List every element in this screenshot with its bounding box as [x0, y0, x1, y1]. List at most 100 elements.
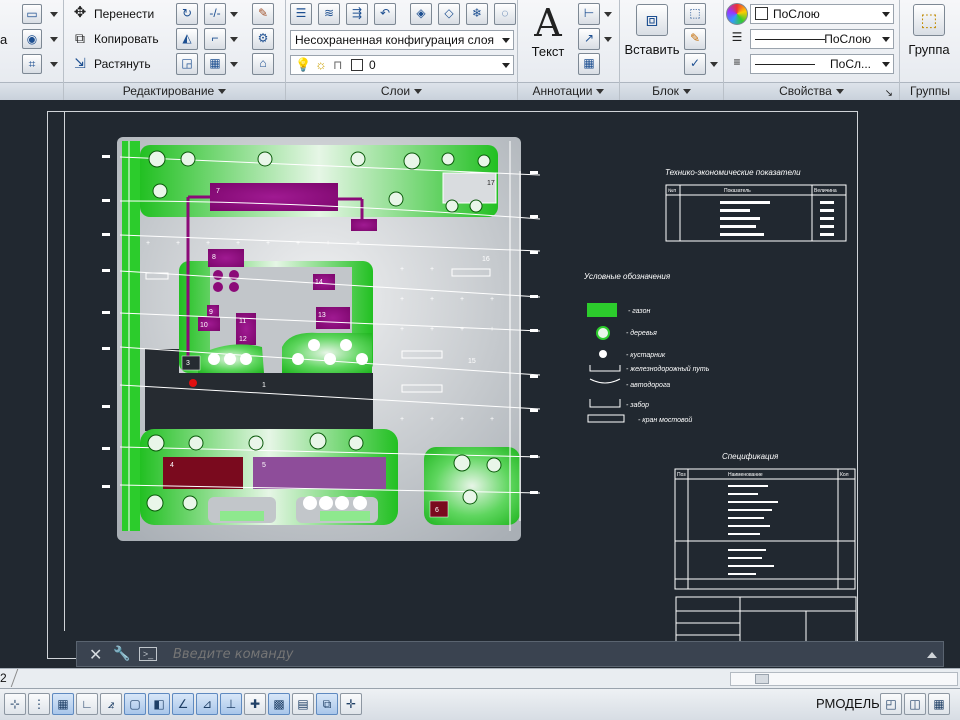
panel-groups-title[interactable]: Группы: [900, 82, 960, 100]
text-button[interactable]: A Текст: [528, 2, 568, 62]
quick-properties-toggle[interactable]: ▤: [292, 693, 314, 715]
command-input[interactable]: [173, 645, 913, 663]
grid-toggle[interactable]: ▦: [52, 693, 74, 715]
3dosnap-toggle[interactable]: ◧: [148, 693, 170, 715]
close-icon[interactable]: ✕: [89, 645, 102, 665]
layer-match-button[interactable]: ⇶: [346, 3, 368, 25]
snap-mode-toggle[interactable]: ⋮: [28, 693, 50, 715]
quick-view-layouts-button[interactable]: ◰: [880, 693, 902, 715]
svg-text:+: +: [460, 326, 464, 333]
layer-state-select[interactable]: Несохраненная конфигурация слоя: [290, 30, 514, 50]
lineweight-toggle[interactable]: ✚: [244, 693, 266, 715]
otrack-toggle[interactable]: ∠: [172, 693, 194, 715]
explode-button[interactable]: ⚙: [252, 28, 274, 50]
erase-button[interactable]: ✎: [252, 3, 274, 25]
leader-button[interactable]: ↗: [578, 28, 612, 50]
panel-block-title[interactable]: Блок: [620, 82, 723, 100]
layer-off-icon: ◌: [494, 3, 516, 25]
ortho-toggle[interactable]: ∟: [76, 693, 98, 715]
flowerbed-1: [220, 511, 264, 521]
dyn-toggle[interactable]: ⊥: [220, 693, 242, 715]
match-properties-button[interactable]: [726, 3, 748, 25]
panel-annotation-title-text: Аннотации: [532, 84, 593, 98]
polar-toggle[interactable]: ⦨: [100, 693, 122, 715]
selection-cycling-toggle[interactable]: ⧉: [316, 693, 338, 715]
table-button[interactable]: ▦: [578, 53, 600, 75]
osnap-toggle[interactable]: ▢: [124, 693, 146, 715]
model-space-label[interactable]: РМОДЕЛЬ: [816, 696, 880, 711]
copy-label: Копировать: [94, 32, 159, 46]
dimension-button[interactable]: ⊢: [578, 3, 612, 25]
panel-layers-title[interactable]: Слои: [286, 82, 517, 100]
legend-item-1: - деревья: [626, 329, 657, 337]
quick-view-drawings-button[interactable]: ◫: [904, 693, 926, 715]
group-button[interactable]: ⬚ Группа: [902, 4, 956, 64]
boundary-tool-button[interactable]: ⌗: [22, 53, 58, 75]
copy-button[interactable]: ⧉ Копировать: [70, 28, 159, 50]
scale-button[interactable]: ◲: [176, 53, 198, 75]
building-3: [181, 355, 201, 371]
transparency-toggle[interactable]: ▩: [268, 693, 290, 715]
lineweight-select[interactable]: ПоСл...: [750, 54, 894, 74]
infer-constraints-toggle[interactable]: ⊹: [4, 693, 26, 715]
layout-tab[interactable]: 2: [0, 671, 7, 685]
flowerbed-2: [320, 511, 370, 521]
fillet-button[interactable]: ⌐: [204, 28, 238, 50]
panel-properties-title[interactable]: Свойства ↘: [724, 82, 899, 100]
legend-title: Условные обозначения: [583, 272, 671, 281]
layer-isolate-button[interactable]: ◈: [410, 3, 432, 25]
lineweight-button[interactable]: ☰: [726, 28, 748, 50]
drawing-canvas[interactable]: 7 17 8 14 9 10 11 12 13 1 3 4 5 6 15 16 …: [0, 101, 960, 668]
ortho-icon: ∟: [81, 697, 93, 711]
mirror-button[interactable]: ◭: [176, 28, 198, 50]
layer-unisolate-button[interactable]: ◇: [438, 3, 460, 25]
color-select[interactable]: ПоСлою: [750, 4, 894, 24]
layout-icon: ◰: [885, 697, 897, 711]
insert-block-icon: ⧈: [636, 4, 668, 36]
layer-previous-icon: ↶: [374, 3, 396, 25]
layer-properties-button[interactable]: ☰: [290, 3, 312, 25]
create-block-button[interactable]: ⬚: [684, 3, 706, 25]
edit-block-button[interactable]: ✎: [684, 28, 706, 50]
autocad-window: ▭ ◉ ⌗ а ✥ Перенести ⧉ Копировать ⇲ Растянут…: [0, 0, 960, 720]
command-prompt-icon[interactable]: >_: [139, 647, 157, 661]
stretch-button[interactable]: ⇲ Растянуть: [70, 53, 151, 75]
layer-select[interactable]: 💡 ☼ ⊓ 0: [290, 55, 514, 75]
array-button[interactable]: ▦: [204, 53, 238, 75]
building-7: [210, 183, 338, 211]
offset-button[interactable]: ⌂: [252, 53, 274, 75]
hatch-tool-button[interactable]: ◉: [22, 28, 58, 50]
layer-state-button[interactable]: ≋: [318, 3, 340, 25]
explode-icon: ⚙: [252, 28, 274, 50]
linetype-select[interactable]: ПоСлою: [750, 29, 894, 49]
tab-divider: [10, 669, 28, 687]
panel-annotation-title[interactable]: Аннотации: [518, 82, 619, 100]
horizontal-scrollbar[interactable]: [730, 672, 958, 686]
svg-text:+: +: [266, 240, 270, 247]
stretch-icon: ⇲: [74, 55, 86, 71]
annotation-monitor-toggle[interactable]: ✛: [340, 693, 362, 715]
layout-grid-button[interactable]: ▦: [928, 693, 950, 715]
rotate-button[interactable]: ↻: [176, 3, 198, 25]
chevron-up-icon[interactable]: [927, 652, 937, 658]
attribute-button[interactable]: ✓: [684, 53, 718, 75]
trim-button[interactable]: -/-: [204, 3, 238, 25]
scrollbar-thumb[interactable]: [755, 674, 769, 684]
dimension-icon: ⊢: [578, 3, 600, 25]
rectangle-tool-button[interactable]: ▭: [22, 3, 58, 25]
ducs-icon: ⊿: [201, 697, 213, 711]
ducs-toggle[interactable]: ⊿: [196, 693, 218, 715]
move-icon: ✥: [73, 4, 87, 21]
move-button[interactable]: ✥ Перенести: [70, 3, 154, 25]
layer-off-button[interactable]: ◌: [494, 3, 516, 25]
layer-previous-button[interactable]: ↶: [374, 3, 396, 25]
dialog-launcher-icon[interactable]: ↘: [885, 85, 893, 102]
insert-block-button[interactable]: ⧈ Вставить: [624, 4, 680, 64]
layer-freeze-button[interactable]: ❄: [466, 3, 488, 25]
panel-modify-title[interactable]: Редактирование: [64, 82, 285, 100]
lineweight-icon: ☰: [731, 30, 743, 44]
grid-icon: ▦: [57, 697, 69, 711]
offset-icon: ⌂: [252, 53, 274, 75]
linetype-button[interactable]: ≡: [726, 53, 748, 75]
wrench-icon[interactable]: 🔧: [113, 645, 130, 662]
